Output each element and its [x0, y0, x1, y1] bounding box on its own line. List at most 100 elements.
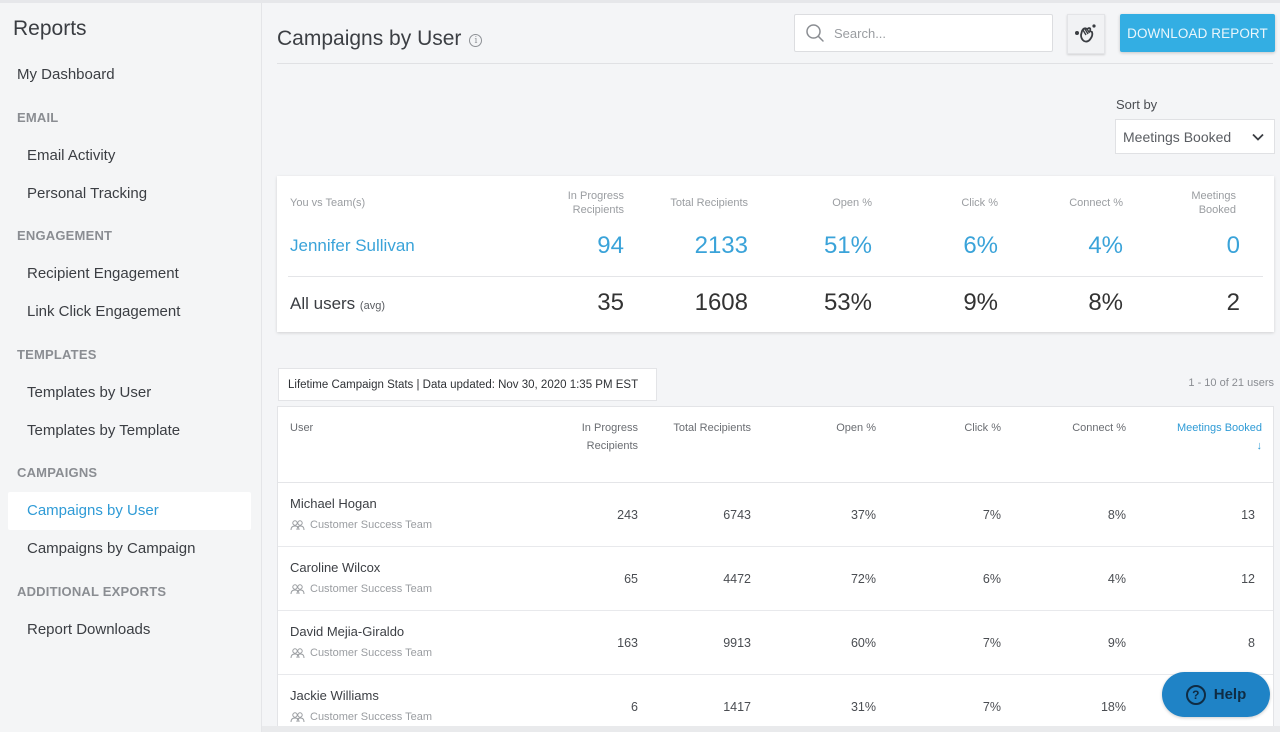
app-root: Reports My Dashboard EMAIL Email Activit…: [0, 0, 1280, 732]
column-header-connect[interactable]: Connect %: [1046, 419, 1126, 437]
sidebar-item-campaigns-by-user[interactable]: Campaigns by User: [27, 502, 159, 519]
wave-button[interactable]: [1067, 14, 1105, 54]
table-row[interactable]: Michael Hogan Customer Success Team 243 6…: [278, 483, 1273, 547]
cell-in-progress: 243: [617, 508, 638, 522]
sidebar-item-email-activity[interactable]: Email Activity: [27, 147, 115, 164]
team-icon: [290, 583, 305, 594]
you-in-progress: 94: [597, 232, 624, 259]
user-team: Customer Success Team: [290, 711, 432, 723]
current-user-name[interactable]: Jennifer Sullivan: [290, 236, 415, 256]
user-team-name: Customer Success Team: [310, 711, 433, 723]
column-header-click[interactable]: Click %: [921, 419, 1001, 437]
user-name[interactable]: Jackie Williams: [290, 688, 379, 703]
cell-connect: 8%: [1107, 508, 1126, 522]
cell-total-recipients: 6743: [723, 508, 751, 522]
table-row[interactable]: Caroline Wilcox Customer Success Team 65…: [278, 547, 1273, 611]
all-in-progress: 35: [597, 289, 624, 316]
sidebar-item-personal-tracking[interactable]: Personal Tracking: [27, 185, 147, 202]
sidebar-section-campaigns: CAMPAIGNS: [17, 465, 98, 480]
header-divider: [277, 63, 1273, 64]
you-meetings: 0: [1226, 232, 1240, 259]
cell-connect: 18%: [1100, 700, 1126, 714]
help-label: Help: [1213, 686, 1247, 703]
cell-click: 7%: [982, 636, 1001, 650]
sidebar-title: Reports: [13, 17, 87, 40]
sidebar-item-templates-by-user[interactable]: Templates by User: [27, 384, 151, 401]
column-header-in-progress[interactable]: In Progress Recipients: [558, 419, 638, 455]
column-header-user[interactable]: User: [290, 419, 313, 437]
sort-label: Sort by: [1116, 97, 1158, 112]
bottom-edge: [262, 726, 1280, 732]
sidebar-item-campaigns-by-campaign[interactable]: Campaigns by Campaign: [27, 540, 195, 557]
cell-click: 6%: [982, 572, 1001, 586]
sidebar-section-engagement: ENGAGEMENT: [17, 228, 113, 243]
sidebar-item-report-downloads[interactable]: Report Downloads: [27, 621, 150, 638]
cell-click: 7%: [982, 700, 1001, 714]
table-row[interactable]: David Mejia-Giraldo Customer Success Tea…: [278, 611, 1273, 675]
cell-click: 7%: [982, 508, 1001, 522]
you-total-recipients: 2133: [694, 232, 748, 259]
pagination-count: 1 - 10 of 21 users: [1188, 377, 1274, 389]
cell-in-progress: 65: [624, 572, 638, 586]
you-open: 51%: [823, 232, 872, 259]
page-title-text: Campaigns by User: [277, 27, 462, 50]
user-team-name: Customer Success Team: [310, 647, 433, 659]
all-open: 53%: [823, 289, 872, 316]
table-row[interactable]: Jackie Williams Customer Success Team 6 1…: [278, 675, 1273, 732]
column-header-open[interactable]: Open %: [796, 419, 876, 437]
user-name[interactable]: Michael Hogan: [290, 496, 377, 511]
search-box[interactable]: [794, 14, 1053, 52]
sidebar-item-recipient-engagement[interactable]: Recipient Engagement: [27, 265, 179, 282]
summary-header-total-recipients: Total Recipients: [670, 197, 748, 209]
summary-header-meetings: Meetings Booked: [1191, 190, 1236, 216]
sidebar-section-templates: TEMPLATES: [17, 347, 97, 362]
waving-hand-icon: [1075, 24, 1096, 43]
user-name[interactable]: Caroline Wilcox: [290, 560, 380, 575]
sidebar-item-my-dashboard[interactable]: My Dashboard: [17, 66, 115, 83]
cell-meetings-booked: 12: [1241, 572, 1255, 586]
summary-header-open: Open %: [832, 197, 872, 209]
summary-card: You vs Team(s) In Progress Recipients To…: [277, 176, 1274, 332]
cell-open: 60%: [850, 636, 876, 650]
chevron-down-icon: [1252, 133, 1264, 141]
sort-select[interactable]: Meetings Booked: [1115, 119, 1275, 154]
user-team: Customer Success Team: [290, 647, 432, 659]
cell-total-recipients: 4472: [723, 572, 751, 586]
sidebar: Reports My Dashboard EMAIL Email Activit…: [0, 3, 262, 732]
team-icon: [290, 711, 305, 722]
all-meetings: 2: [1226, 289, 1240, 316]
cell-total-recipients: 9913: [723, 636, 751, 650]
all-click: 9%: [963, 289, 998, 316]
sort-arrow-icon: ↓: [1256, 440, 1263, 452]
help-button[interactable]: ? Help: [1162, 672, 1270, 717]
sidebar-section-additional-exports: ADDITIONAL EXPORTS: [17, 584, 167, 599]
info-icon[interactable]: i: [469, 34, 483, 47]
summary-header-in-progress: In Progress Recipients: [567, 190, 624, 216]
column-header-total-recipients[interactable]: Total Recipients: [651, 419, 751, 437]
column-header-meetings-booked[interactable]: Meetings Booked ↓: [1152, 419, 1262, 455]
users-table: User In Progress Recipients Total Recipi…: [277, 406, 1274, 732]
cell-open: 37%: [850, 508, 876, 522]
cell-meetings-booked: 8: [1248, 636, 1255, 650]
search-input[interactable]: [834, 25, 1034, 41]
all-users-text: All users: [290, 294, 356, 313]
you-connect: 4%: [1088, 232, 1123, 259]
lifetime-stats-label: Lifetime Campaign Stats | Data updated: …: [278, 368, 657, 401]
summary-label: You vs Team(s): [290, 197, 366, 209]
cell-open: 31%: [850, 700, 876, 714]
user-team-name: Customer Success Team: [310, 583, 433, 595]
team-icon: [290, 647, 305, 658]
sidebar-item-link-click-engagement[interactable]: Link Click Engagement: [27, 303, 180, 320]
user-team: Customer Success Team: [290, 519, 432, 531]
download-report-button[interactable]: DOWNLOAD REPORT: [1120, 14, 1275, 52]
cell-total-recipients: 1417: [723, 700, 751, 714]
column-header-meetings-label: Meetings Booked: [1177, 422, 1262, 434]
help-question-icon: ?: [1185, 684, 1206, 705]
sort-selected-value: Meetings Booked: [1123, 128, 1232, 145]
all-connect: 8%: [1088, 289, 1123, 316]
page-title: Campaigns by User i: [277, 27, 483, 51]
user-team-name: Customer Success Team: [310, 519, 433, 531]
sidebar-item-templates-by-template[interactable]: Templates by Template: [27, 422, 180, 439]
user-name[interactable]: David Mejia-Giraldo: [290, 624, 404, 639]
summary-header-click: Click %: [961, 197, 998, 209]
